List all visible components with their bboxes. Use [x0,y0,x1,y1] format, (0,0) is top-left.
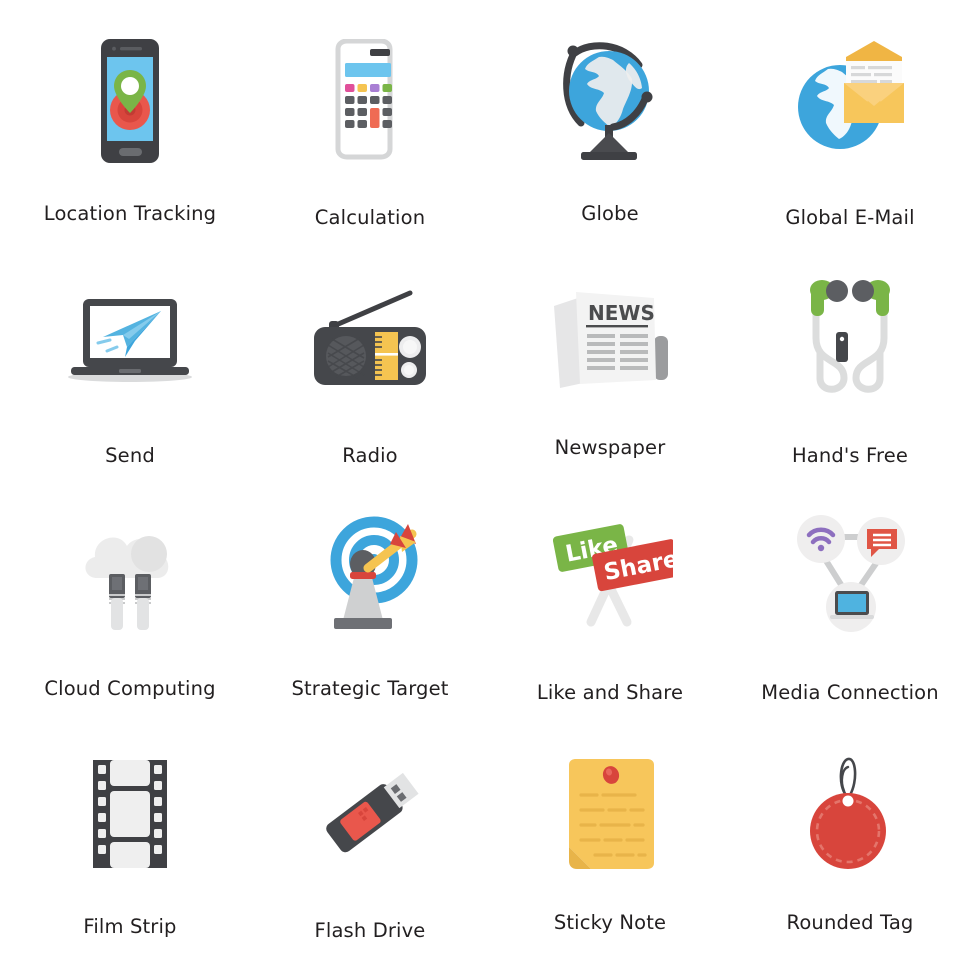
radio-icon [302,264,438,414]
icon-cell-like-and-share[interactable]: Like Share Like and Share [490,491,730,729]
icon-label: Global E-Mail [785,206,915,229]
icon-cell-newspaper[interactable]: NEWS Newspaper [490,254,730,492]
icon-cell-radio[interactable]: Radio [250,254,490,492]
icon-cell-globe[interactable]: Globe [490,16,730,254]
earphones-icon [792,264,908,414]
icon-label: Cloud Computing [44,677,216,700]
icon-cell-hands-free[interactable]: Hand's Free [730,254,970,492]
icon-label: Media Connection [761,681,939,704]
icon-label: Calculation [314,206,426,229]
icon-cell-flash-drive[interactable]: Flash Drive [250,729,490,967]
newspaper-icon: NEWS [548,264,672,414]
location-tracking-icon [75,26,185,176]
icon-cell-strategic-target[interactable]: Strategic Target [250,491,490,729]
globe-icon [551,26,669,176]
icon-label: Send [105,443,155,467]
sticky-note-icon [555,739,665,889]
icon-label: Like and Share [536,681,684,704]
icon-cell-film-strip[interactable]: Film Strip [10,729,250,967]
flash-drive-icon [305,739,435,889]
icon-cell-calculation[interactable]: Calculation [250,16,490,254]
icon-cell-send[interactable]: Send [10,254,250,492]
rounded-tag-icon [794,739,906,889]
icon-label: Location Tracking [43,202,217,225]
global-email-icon [788,26,912,176]
icon-label: Newspaper [554,435,666,459]
send-laptop-icon [65,264,195,414]
icon-cell-global-email[interactable]: Global E-Mail [730,16,970,254]
icon-label: Film Strip [83,914,177,938]
icon-cell-rounded-tag[interactable]: Rounded Tag [730,729,970,967]
icon-cell-media-connection[interactable]: Media Connection [730,491,970,729]
icon-label: Rounded Tag [786,910,914,934]
newspaper-headline-text: NEWS [588,301,655,325]
like-share-signs-icon: Like Share [547,501,673,651]
cloud-computing-icon [71,501,189,651]
strategic-target-icon [308,501,432,651]
icon-label: Strategic Target [291,677,449,700]
media-connection-icon [787,501,913,651]
icon-label: Flash Drive [314,918,426,942]
calculator-icon [314,26,426,176]
icon-grid: Location Tracking Calculation Globe Glob… [0,0,980,980]
icon-cell-location-tracking[interactable]: Location Tracking [10,16,250,254]
film-strip-icon [77,739,183,889]
icon-label: Globe [581,202,639,225]
icon-label: Hand's Free [791,443,909,467]
icon-label: Sticky Note [553,910,667,934]
icon-label: Radio [342,443,398,467]
icon-cell-sticky-note[interactable]: Sticky Note [490,729,730,967]
icon-cell-cloud-computing[interactable]: Cloud Computing [10,491,250,729]
